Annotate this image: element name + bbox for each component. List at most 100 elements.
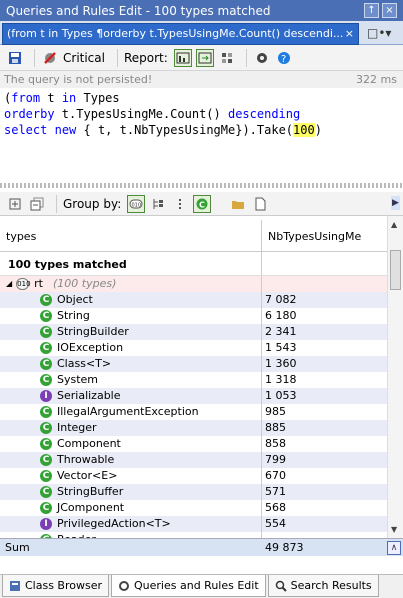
file-icon[interactable] [251, 195, 269, 213]
toolbar-divider [116, 48, 118, 67]
critical-label[interactable]: Critical [63, 51, 105, 65]
interface-icon: I [40, 390, 52, 402]
table-row[interactable]: C Throwable 799 [0, 452, 387, 468]
report-grid-icon[interactable] [218, 49, 236, 67]
type-name: Throwable [57, 453, 115, 466]
expand-all-icon[interactable] [6, 195, 24, 213]
table-row[interactable]: I Serializable 1 053 [0, 388, 387, 404]
type-usage-count: 6 180 [265, 309, 297, 322]
tab-search-results[interactable]: Search Results [267, 575, 379, 597]
report-export-icon[interactable] [195, 48, 214, 67]
group-by-tree-icon[interactable] [149, 195, 167, 213]
pane-splitter[interactable] [0, 183, 403, 188]
group-by-type-icon[interactable]: C [193, 194, 212, 213]
report-table-icon[interactable] [173, 48, 192, 67]
column-header-types[interactable]: types [0, 220, 262, 251]
namespace-group-row[interactable]: ◢ 010 rt (100 types) [0, 276, 387, 292]
type-name: PrivilegedAction<T> [57, 517, 171, 530]
class-icon: C [40, 438, 52, 450]
grid-header: types NbTypesUsingMe [0, 220, 387, 252]
table-row[interactable]: C System 1 318 [0, 372, 387, 388]
svg-text:?: ? [281, 54, 286, 65]
type-usage-count: 554 [265, 517, 286, 530]
class-icon: C [40, 486, 52, 498]
query-status-bar: The query is not persisted! 322 ms [0, 71, 403, 88]
pin-icon[interactable]: ↑ [364, 3, 379, 18]
type-name: Component [57, 437, 121, 450]
tab-label: Class Browser [25, 579, 103, 592]
code-line-3: select new { t, t.NbTypesUsingMe}).Take(… [4, 123, 322, 137]
window-titlebar: Queries and Rules Edit - 100 types match… [0, 0, 403, 21]
type-usage-count: 1 053 [265, 389, 297, 402]
table-row[interactable]: C IllegalArgumentException 985 [0, 404, 387, 420]
type-name: String [57, 309, 90, 322]
scroll-thumb[interactable] [390, 250, 401, 290]
class-icon: C [40, 294, 52, 306]
code-line-1: (from t in Types [4, 91, 120, 105]
table-row[interactable]: C Vector<E> 670 [0, 468, 387, 484]
class-browser-icon [10, 580, 20, 591]
table-row[interactable]: C Integer 885 [0, 420, 387, 436]
table-row[interactable]: C StringBuffer 571 [0, 484, 387, 500]
class-icon: C [40, 326, 52, 338]
class-icon: C [40, 374, 52, 386]
query-editor[interactable]: (from t in Types orderby t.TypesUsingMe.… [0, 88, 403, 183]
table-row[interactable]: C JComponent 568 [0, 500, 387, 516]
table-row[interactable]: C StringBuilder 2 341 [0, 324, 387, 340]
results-grid: types NbTypesUsingMe 100 types matched ◢… [0, 220, 387, 538]
query-toolbar: Critical Report: ? [0, 45, 403, 71]
table-row[interactable]: C Class<T> 1 360 [0, 356, 387, 372]
interface-icon: I [40, 518, 52, 530]
gear-icon[interactable] [253, 49, 271, 67]
table-row[interactable]: C Object 7 082 [0, 292, 387, 308]
type-name: IOException [57, 341, 124, 354]
collapse-triangle-icon[interactable]: ◢ [6, 276, 12, 292]
class-icon: C [40, 422, 52, 434]
type-usage-count: 1 543 [265, 341, 297, 354]
table-row[interactable]: I PrivilegedAction<T> 554 [0, 516, 387, 532]
save-icon[interactable] [6, 49, 24, 67]
type-name: JComponent [57, 501, 125, 514]
tab-class-browser[interactable]: Class Browser [2, 575, 110, 597]
class-icon: C [40, 342, 52, 354]
toolbar-divider [56, 194, 57, 213]
edit-query-icon [119, 580, 130, 591]
search-icon [275, 580, 287, 592]
collapse-all-icon[interactable] [28, 195, 46, 213]
type-usage-count: 799 [265, 453, 286, 466]
query-tab-label: (from t in Types ¶orderby t.TypesUsingMe… [7, 27, 344, 40]
critical-rule-icon[interactable] [41, 49, 59, 67]
scroll-up-icon[interactable]: ▲ [391, 220, 397, 229]
class-icon: C [40, 470, 52, 482]
grid-vertical-scrollbar[interactable]: ▲ ▼ [387, 216, 403, 538]
query-document-tab[interactable]: (from t in Types ¶orderby t.TypesUsingMe… [2, 23, 359, 45]
class-icon: C [40, 406, 52, 418]
group-by-namespace-icon[interactable]: 010 [127, 194, 146, 213]
namespace-icon: 010 [16, 278, 31, 290]
tab-menu-dropdown[interactable]: □•▾ [367, 26, 397, 42]
bottom-tab-strip: Class Browser Queries and Rules Edit Sea… [0, 574, 403, 598]
folder-icon[interactable] [229, 195, 247, 213]
table-row[interactable]: C IOException 1 543 [0, 340, 387, 356]
tab-close-icon[interactable]: × [345, 27, 354, 40]
table-row[interactable]: C Component 858 [0, 436, 387, 452]
group-by-label: Group by: [63, 196, 122, 211]
help-icon[interactable]: ? [275, 49, 293, 67]
column-header-nbtypesusingme[interactable]: NbTypesUsingMe [262, 220, 387, 251]
tab-queries-and-rules-edit[interactable]: Queries and Rules Edit [111, 575, 266, 597]
collapse-up-icon[interactable]: ∧ [387, 540, 401, 555]
group-by-list-icon[interactable] [171, 195, 189, 213]
type-usage-count: 7 082 [265, 293, 297, 306]
type-name: Object [57, 293, 93, 306]
toolbar-divider [34, 48, 35, 67]
type-name: StringBuilder [57, 325, 129, 338]
tab-label: Queries and Rules Edit [134, 579, 259, 592]
scroll-down-icon[interactable]: ▼ [391, 525, 397, 534]
type-usage-count: 1 318 [265, 373, 297, 386]
class-icon: C [40, 502, 52, 514]
document-tab-row: (from t in Types ¶orderby t.TypesUsingMe… [0, 21, 403, 45]
close-icon[interactable]: × [382, 3, 397, 18]
table-row[interactable]: C String 6 180 [0, 308, 387, 324]
toolbar-overflow-arrow[interactable]: ▶ [391, 196, 400, 210]
code-line-2: orderby t.TypesUsingMe.Count() descendin… [4, 107, 301, 121]
